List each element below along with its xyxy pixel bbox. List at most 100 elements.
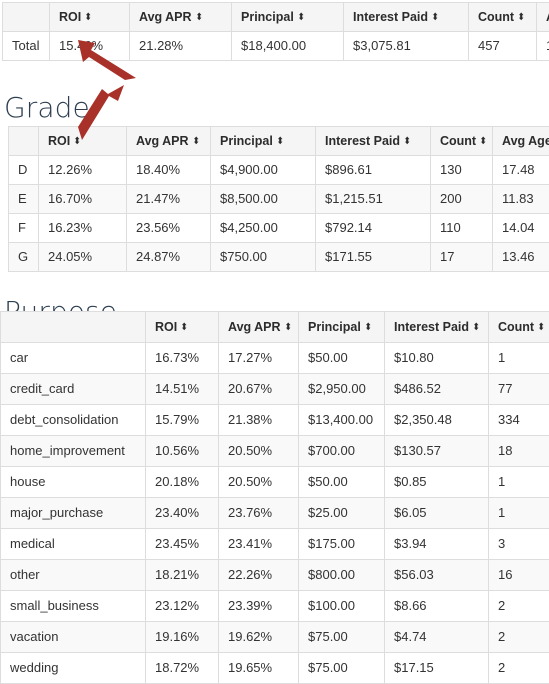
table-header-row: ROI⬍Avg APR⬍Principal⬍Interest Paid⬍Coun… bbox=[9, 127, 549, 156]
cell-avg_apr: 23.76% bbox=[219, 498, 299, 529]
cell-label: home_improvement bbox=[1, 436, 146, 467]
column-header-principal[interactable]: Principal⬍ bbox=[299, 312, 385, 343]
cell-roi: 16.23% bbox=[39, 214, 127, 243]
cell-roi: 18.21% bbox=[146, 560, 219, 591]
cell-count: 2 bbox=[489, 622, 549, 653]
sort-toggle-icon[interactable]: ⬍ bbox=[404, 137, 411, 147]
table-row: vacation19.16%19.62%$75.00$4.742 bbox=[1, 622, 549, 653]
table-body: D12.26%18.40%$4,900.00$896.6113017.48E16… bbox=[9, 156, 549, 272]
cell-interest_paid: $1,215.51 bbox=[316, 185, 431, 214]
cell-count: 1 bbox=[489, 467, 549, 498]
column-header-principal[interactable]: Principal⬍ bbox=[211, 127, 316, 156]
cell-count: 2 bbox=[489, 591, 549, 622]
cell-avg_apr: 24.87% bbox=[127, 243, 211, 272]
column-header-avg_age[interactable]: Avg Age (Months)⬍ bbox=[537, 3, 549, 32]
column-header-label: Principal bbox=[241, 10, 294, 24]
column-header-label: Count bbox=[478, 10, 514, 24]
table-header: ROI⬍Avg APR⬍Principal⬍Interest Paid⬍Coun… bbox=[3, 3, 549, 32]
sort-toggle-icon[interactable]: ⬍ bbox=[284, 323, 291, 333]
purpose-table: ROI⬍Avg APR⬍Principal⬍Interest Paid⬍Coun… bbox=[0, 311, 549, 684]
cell-interest_paid: $171.55 bbox=[316, 243, 431, 272]
sort-toggle-icon[interactable]: ⬍ bbox=[85, 13, 92, 23]
cell-roi: 12.26% bbox=[39, 156, 127, 185]
cell-principal: $750.00 bbox=[211, 243, 316, 272]
cell-count: 334 bbox=[489, 405, 549, 436]
column-header-label: Interest Paid bbox=[325, 134, 400, 148]
column-header-avg_age[interactable]: Avg Age (Months)⬍ bbox=[493, 127, 549, 156]
sort-toggle-icon[interactable]: ⬍ bbox=[538, 323, 545, 333]
cell-count: 16 bbox=[489, 560, 549, 591]
cell-avg_apr: 21.38% bbox=[219, 405, 299, 436]
column-header-interest_paid[interactable]: Interest Paid⬍ bbox=[385, 312, 489, 343]
cell-roi: 23.40% bbox=[146, 498, 219, 529]
sort-toggle-icon[interactable]: ⬍ bbox=[276, 137, 283, 147]
column-header-avg_apr[interactable]: Avg APR⬍ bbox=[127, 127, 211, 156]
cell-roi: 23.12% bbox=[146, 591, 219, 622]
column-header-interest_paid[interactable]: Interest Paid⬍ bbox=[344, 3, 469, 32]
cell-count: 77 bbox=[489, 374, 549, 405]
cell-avg_apr: 17.27% bbox=[219, 343, 299, 374]
cell-roi: 23.45% bbox=[146, 529, 219, 560]
sort-toggle-icon[interactable]: ⬍ bbox=[473, 323, 480, 333]
cell-interest_paid: $130.57 bbox=[385, 436, 489, 467]
sort-toggle-icon[interactable]: ⬍ bbox=[364, 323, 371, 333]
column-header-roi[interactable]: ROI⬍ bbox=[146, 312, 219, 343]
cell-principal: $175.00 bbox=[299, 529, 385, 560]
table-header: ROI⬍Avg APR⬍Principal⬍Interest Paid⬍Coun… bbox=[1, 312, 549, 343]
sort-toggle-icon[interactable]: ⬍ bbox=[297, 13, 304, 23]
cell-roi: 19.16% bbox=[146, 622, 219, 653]
column-header-count[interactable]: Count ⬍ bbox=[469, 3, 537, 32]
table-row: medical23.45%23.41%$175.00$3.943 bbox=[1, 529, 549, 560]
cell-avg_apr: 21.28% bbox=[130, 32, 232, 61]
cell-roi: 18.72% bbox=[146, 653, 219, 684]
column-header-label: Principal bbox=[308, 320, 361, 334]
column-header-label: Principal bbox=[220, 134, 273, 148]
sort-toggle-icon[interactable]: ⬍ bbox=[192, 137, 199, 147]
sort-toggle-icon[interactable]: ⬍ bbox=[195, 13, 202, 23]
table-body: car16.73%17.27%$50.00$10.801credit_card1… bbox=[1, 343, 549, 684]
cell-avg_apr: 18.40% bbox=[127, 156, 211, 185]
cell-avg_apr: 23.41% bbox=[219, 529, 299, 560]
table-row: credit_card14.51%20.67%$2,950.00$486.527… bbox=[1, 374, 549, 405]
cell-principal: $8,500.00 bbox=[211, 185, 316, 214]
cell-avg_apr: 20.50% bbox=[219, 436, 299, 467]
cell-label: car bbox=[1, 343, 146, 374]
table-row: other18.21%22.26%$800.00$56.0316 bbox=[1, 560, 549, 591]
cell-label: major_purchase bbox=[1, 498, 146, 529]
column-header-count[interactable]: Count ⬍ bbox=[431, 127, 493, 156]
sort-toggle-icon[interactable]: ⬍ bbox=[480, 137, 487, 147]
cell-roi: 20.18% bbox=[146, 467, 219, 498]
sort-toggle-icon[interactable]: ⬍ bbox=[432, 13, 439, 23]
cell-interest_paid: $56.03 bbox=[385, 560, 489, 591]
column-header-label: Count bbox=[440, 134, 476, 148]
column-header-principal[interactable]: Principal⬍ bbox=[232, 3, 344, 32]
column-header-count[interactable]: Count⬍ bbox=[489, 312, 549, 343]
cell-label: D bbox=[9, 156, 39, 185]
cell-interest_paid: $2,350.48 bbox=[385, 405, 489, 436]
cell-label: other bbox=[1, 560, 146, 591]
cell-count: 3 bbox=[489, 529, 549, 560]
cell-principal: $25.00 bbox=[299, 498, 385, 529]
cell-principal: $800.00 bbox=[299, 560, 385, 591]
column-header-avg_apr[interactable]: Avg APR⬍ bbox=[130, 3, 232, 32]
cell-count: 130 bbox=[431, 156, 493, 185]
total-summary-table-container: ROI⬍Avg APR⬍Principal⬍Interest Paid⬍Coun… bbox=[2, 2, 549, 61]
cell-avg_apr: 19.65% bbox=[219, 653, 299, 684]
table-row: house20.18%20.50%$50.00$0.851 bbox=[1, 467, 549, 498]
column-header-label: Avg APR bbox=[136, 134, 189, 148]
cell-label: vacation bbox=[1, 622, 146, 653]
cell-principal: $50.00 bbox=[299, 343, 385, 374]
column-header-roi[interactable]: ROI⬍ bbox=[50, 3, 130, 32]
sort-toggle-icon[interactable]: ⬍ bbox=[181, 323, 188, 333]
sort-toggle-icon[interactable]: ⬍ bbox=[74, 137, 81, 147]
table-header-row: ROI⬍Avg APR⬍Principal⬍Interest Paid⬍Coun… bbox=[3, 3, 549, 32]
cell-principal: $75.00 bbox=[299, 622, 385, 653]
table-header: ROI⬍Avg APR⬍Principal⬍Interest Paid⬍Coun… bbox=[9, 127, 549, 156]
sort-toggle-icon[interactable]: ⬍ bbox=[518, 13, 525, 23]
column-header-roi[interactable]: ROI⬍ bbox=[39, 127, 127, 156]
cell-interest_paid: $792.14 bbox=[316, 214, 431, 243]
cell-label: medical bbox=[1, 529, 146, 560]
cell-principal: $4,900.00 bbox=[211, 156, 316, 185]
column-header-interest_paid[interactable]: Interest Paid ⬍ bbox=[316, 127, 431, 156]
column-header-avg_apr[interactable]: Avg APR⬍ bbox=[219, 312, 299, 343]
